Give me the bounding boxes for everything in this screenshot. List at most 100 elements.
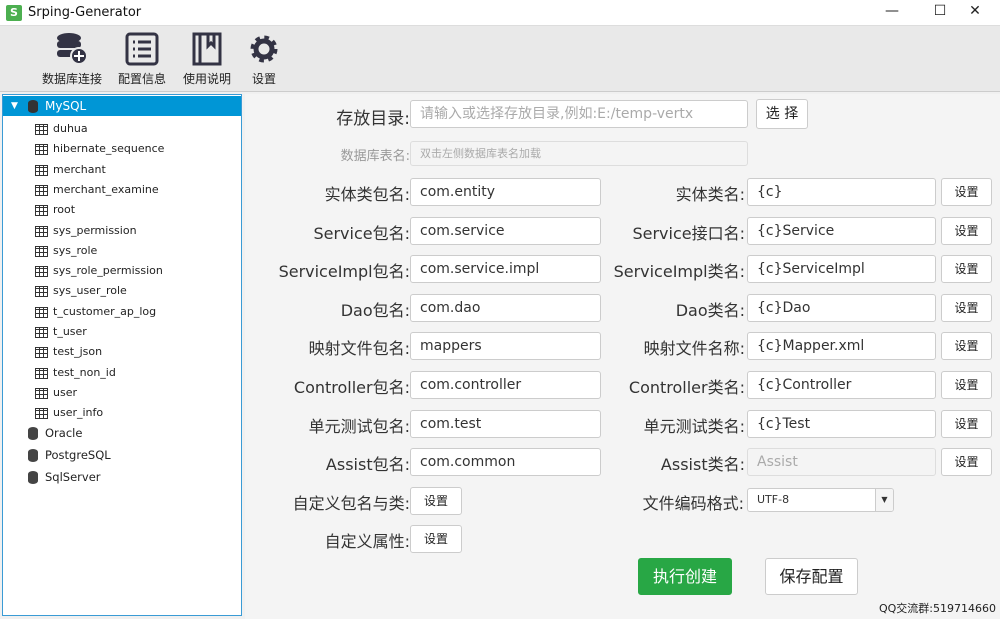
main-form: 存放目录: 请输入或选择存放目录,例如:E:/temp-vertx 选 择 数据… (245, 94, 1000, 619)
dir-input[interactable]: 请输入或选择存放目录,例如:E:/temp-vertx (410, 100, 748, 128)
table-icon (35, 124, 48, 135)
field-settings-button[interactable]: 设置 (941, 216, 992, 245)
close-button[interactable]: ✕ (960, 3, 990, 19)
class-name-input[interactable]: {c}Mapper.xml (747, 332, 936, 361)
table-icon (35, 225, 48, 237)
tree-node-mysql[interactable]: ▼ MySQL (3, 96, 241, 116)
package-input[interactable]: com.service (410, 216, 601, 245)
table-name-label: 数据库表名: (340, 149, 410, 164)
table-icon (35, 286, 48, 298)
tree-node-db[interactable]: SqlServer (3, 467, 241, 487)
package-input[interactable]: com.controller (410, 371, 601, 399)
db-connect-button[interactable]: 数据库连接 (40, 32, 104, 87)
table-icon (35, 367, 48, 379)
package-input[interactable]: com.test (410, 409, 601, 438)
tree-table-item[interactable]: t_user (3, 322, 241, 342)
list-icon (125, 32, 159, 66)
class-name-input[interactable]: {c}Controller (747, 371, 936, 399)
config-info-button[interactable]: 配置信息 (114, 32, 170, 87)
package-input[interactable]: com.dao (410, 293, 601, 322)
usage-guide-button[interactable]: 使用说明 (180, 32, 234, 87)
left-field-label: 单元测试包名: (308, 416, 410, 436)
tree-node-db[interactable]: PostgreSQL (3, 445, 241, 465)
left-field-label: 映射文件包名: (308, 339, 410, 359)
left-field-label: Controller包名: (293, 378, 410, 397)
database-icon (28, 100, 38, 113)
database-add-icon (57, 33, 88, 65)
table-icon (35, 144, 48, 156)
custom-attr-label: 自定义属性: (324, 532, 410, 551)
custom-attr-settings-button[interactable]: 设置 (410, 525, 462, 553)
tree-table-item[interactable]: t_customer_ap_log (3, 302, 241, 322)
table-icon (35, 327, 48, 338)
field-settings-button[interactable]: 设置 (941, 255, 992, 284)
tree-table-item[interactable]: sys_role_permission (3, 261, 241, 281)
run-create-button[interactable]: 执行创建 (638, 558, 732, 595)
right-field-label: Controller类名: (628, 378, 745, 397)
encoding-select[interactable]: UTF-8 ▼ (747, 488, 894, 512)
table-icon (35, 387, 48, 399)
table-icon (35, 408, 48, 420)
window-title: Srping-Generator (28, 5, 142, 20)
left-field-label: Service包名: (313, 223, 410, 243)
field-settings-button[interactable]: 设置 (941, 332, 992, 361)
package-input[interactable]: com.entity (410, 178, 601, 206)
right-field-label: Assist类名: (660, 455, 745, 475)
database-tree[interactable]: ▼ MySQL duhua hibernate_sequence merchant m… (2, 94, 242, 616)
right-field-label: 映射文件名称: (643, 339, 745, 359)
table-name-input[interactable]: 双击左侧数据库表名加载 (410, 141, 748, 166)
class-name-input[interactable]: {c}Dao (747, 293, 936, 322)
tree-table-item[interactable]: merchant (3, 160, 241, 180)
tree-table-item[interactable]: user (3, 383, 241, 403)
tree-table-item[interactable]: user_info (3, 403, 241, 423)
book-icon (192, 32, 222, 66)
tree-table-item[interactable]: merchant_examine (3, 180, 241, 200)
tree-table-item[interactable]: sys_user_role (3, 281, 241, 301)
package-input[interactable]: com.service.impl (410, 255, 601, 284)
package-input[interactable]: com.common (410, 448, 601, 477)
field-settings-button[interactable]: 设置 (941, 409, 992, 438)
chevron-down-icon[interactable]: ▼ (875, 489, 893, 511)
left-field-label: ServiceImpl包名: (278, 262, 410, 282)
custom-pkg-settings-button[interactable]: 设置 (410, 487, 462, 515)
class-name-input[interactable]: {c}ServiceImpl (747, 255, 936, 284)
tree-table-item[interactable]: sys_role (3, 241, 241, 261)
right-field-label: 实体类名: (675, 185, 745, 204)
table-icon (35, 306, 48, 318)
database-icon (28, 449, 38, 462)
class-name-input[interactable]: Assist (747, 448, 936, 477)
app-icon: S (6, 5, 22, 21)
settings-button[interactable]: 设置 (246, 32, 282, 87)
tree-table-item[interactable]: root (3, 200, 241, 220)
tree-table-item[interactable]: test_non_id (3, 363, 241, 383)
choose-dir-button[interactable]: 选 择 (756, 99, 808, 129)
package-input[interactable]: mappers (410, 332, 601, 361)
maximize-button[interactable]: ☐ (925, 3, 955, 19)
save-config-button[interactable]: 保存配置 (765, 558, 858, 595)
class-name-input[interactable]: {c}Test (747, 409, 936, 438)
database-icon (28, 427, 38, 440)
qq-group-text: QQ交流群:519714660 (878, 602, 996, 615)
table-icon (35, 184, 48, 196)
class-name-input[interactable]: {c}Service (747, 216, 936, 245)
field-settings-button[interactable]: 设置 (941, 371, 992, 399)
table-icon (35, 164, 48, 176)
field-settings-button[interactable]: 设置 (941, 178, 992, 206)
expand-arrow-icon[interactable]: ▼ (11, 96, 18, 116)
left-field-label: Dao包名: (340, 300, 410, 320)
minimize-button[interactable]: — (877, 3, 907, 19)
tree-table-item[interactable]: hibernate_sequence (3, 139, 241, 159)
tree-table-item[interactable]: sys_permission (3, 221, 241, 241)
right-field-label: ServiceImpl类名: (613, 262, 745, 282)
field-settings-button[interactable]: 设置 (941, 293, 992, 322)
tree-table-item[interactable]: duhua (3, 119, 241, 139)
tree-table-item[interactable]: test_json (3, 342, 241, 362)
title-bar: S Srping-Generator — ☐ ✕ (0, 0, 1000, 26)
class-name-input[interactable]: {c} (747, 178, 936, 206)
gear-icon (250, 35, 278, 63)
database-icon (28, 471, 38, 484)
tree-node-db[interactable]: Oracle (3, 423, 241, 443)
field-settings-button[interactable]: 设置 (941, 448, 992, 477)
table-icon (35, 266, 48, 278)
right-field-label: Dao类名: (675, 300, 745, 320)
